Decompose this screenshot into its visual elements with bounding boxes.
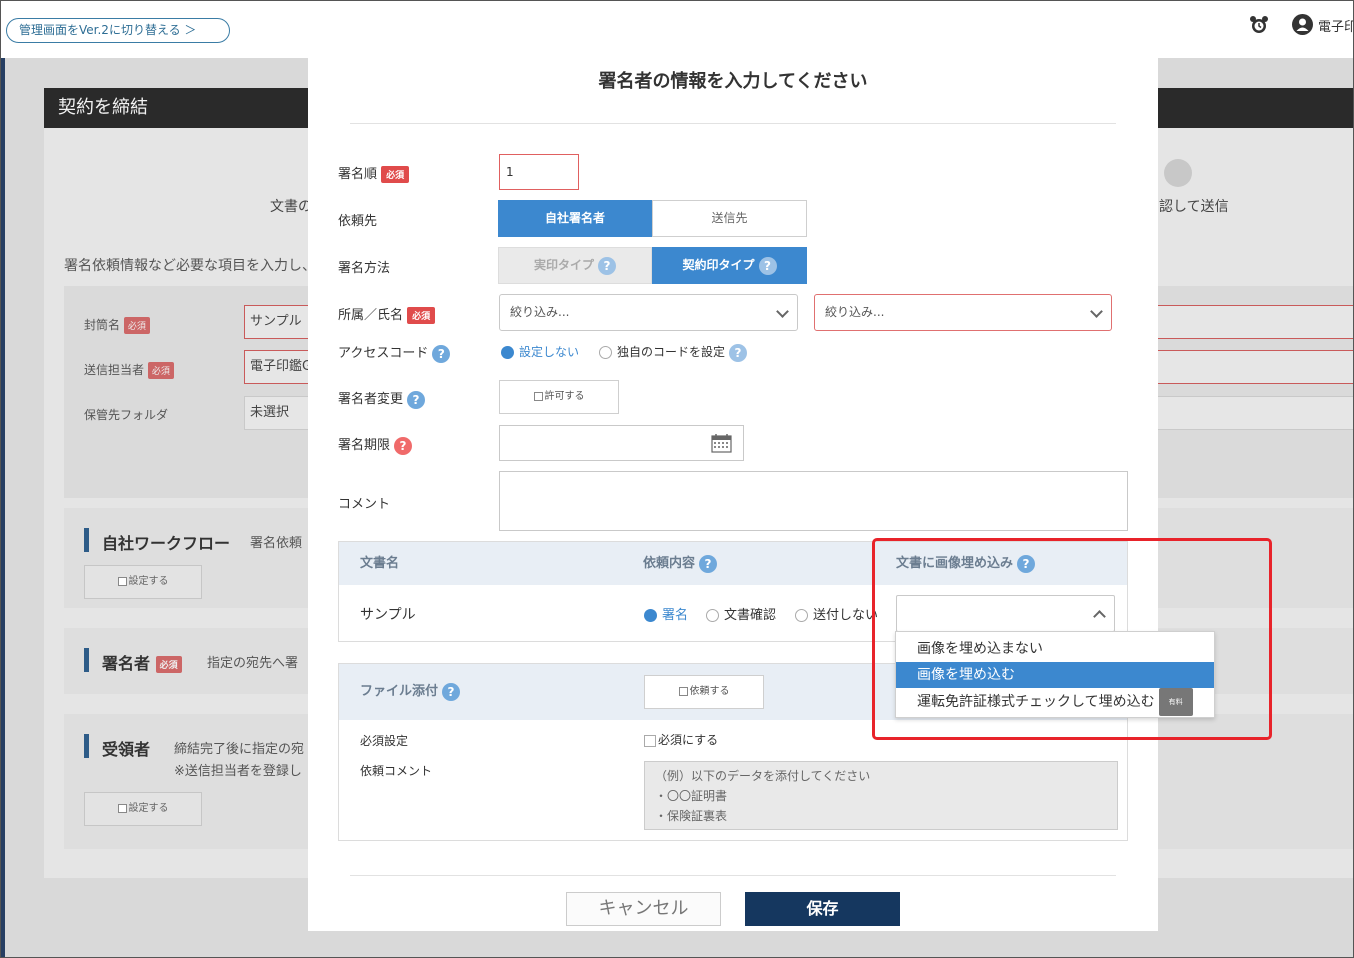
help-icon[interactable]: ? [758,256,777,275]
doc-name-cell: サンプル [360,607,416,623]
signer-info-modal: 署名者の情報を入力してください 署名順 必須 1 依頼先 自社署名者 送信先 署… [308,49,1158,931]
help-icon[interactable]: ? [442,682,461,701]
help-icon[interactable]: ? [699,554,718,573]
checkbox-icon [644,734,656,747]
file-attach-label: ファイル添付? [360,664,461,720]
request-to-internal-button[interactable]: 自社署名者 [498,200,652,237]
sender-label: 送信担当者 必須 [84,361,174,379]
help-icon[interactable]: ? [407,390,426,409]
user-avatar-icon[interactable] [1292,14,1313,35]
recipient-note-2: ※送信担当者を登録し [174,764,302,779]
envelope-name-label: 封筒名 必須 [84,316,150,334]
access-code-custom-radio[interactable]: 独自のコードを設定? [599,343,748,362]
workflow-setting-button[interactable]: 設定する [84,565,202,599]
help-icon[interactable]: ? [432,344,451,363]
request-comment-label: 依頼コメント [360,764,433,778]
comment-textarea[interactable] [499,471,1128,531]
switch-version-button[interactable]: 管理画面をVer.2に切り替える ＞ [6,18,230,43]
signer-title: 署名者 必須 [102,650,182,674]
radio-icon [706,609,719,622]
workflow-note: 署名依頼 [250,536,303,551]
signer-change-allow-button[interactable]: 許可する [499,380,619,414]
sign-method-label: 署名方法 [338,261,391,276]
radio-selected-icon [644,609,657,622]
signer-note: 指定の宛先へ署 [207,656,299,671]
checkbox-icon [678,686,688,696]
modal-title: 署名者の情報を入力してください [598,71,868,92]
section-bar [84,528,89,552]
affiliation-select[interactable]: 絞り込み... [499,294,798,331]
column-request: 依頼内容? [643,542,718,585]
comment-label: コメント [338,497,391,512]
radio-icon [599,346,612,359]
sidebar-edge [0,58,5,958]
user-name[interactable]: 電子印 [1318,16,1354,35]
signer-change-label: 署名者変更? [338,388,426,409]
access-code-none-radio[interactable]: 設定しない [501,343,579,360]
checkbox-icon [533,391,543,401]
step-label-left: 文書の [270,199,312,215]
file-attach-request-button[interactable]: 依頼する [644,675,764,709]
workflow-title: 自社ワークフロー [102,534,231,553]
required-badge: 必須 [407,307,436,324]
sign-method-contract-seal-button[interactable]: 契約印タイプ? [652,247,807,284]
affiliation-label: 所属／氏名 必須 [338,304,436,324]
column-doc-name: 文書名 [360,556,400,571]
section-bar [84,648,89,672]
deadline-label: 署名期限? [338,434,413,455]
recipient-setting-button[interactable]: 設定する [84,792,202,826]
checkbox-icon [117,576,127,586]
save-button[interactable]: 保存 [745,892,900,926]
request-sign-radio[interactable]: 署名 [644,604,688,623]
sign-method-jitsuin-button[interactable]: 実印タイプ? [498,247,652,284]
recipient-title: 受領者 [102,740,151,759]
section-bar [84,734,89,758]
folder-label: 保管先フォルダ [84,408,169,422]
access-code-label: アクセスコード? [338,342,451,363]
divider [350,875,1116,876]
radio-icon [795,609,808,622]
intro-text: 署名依頼情報など必要な項目を入力し、 [64,258,316,274]
help-icon[interactable]: ? [729,343,748,362]
request-confirm-radio[interactable]: 文書確認 [706,604,776,623]
divider [350,123,1116,124]
help-icon[interactable]: ? [598,256,616,275]
highlight-box [872,538,1272,740]
alarm-clock-icon[interactable] [1249,15,1269,35]
deadline-input[interactable] [499,425,744,461]
chevron-down-icon [1090,305,1103,318]
request-to-recipient-button[interactable]: 送信先 [652,200,807,237]
request-none-radio[interactable]: 送付しない [795,604,878,623]
recipient-note: 締結完了後に指定の宛 [174,742,305,757]
required-badge: 必須 [381,166,410,183]
name-select[interactable]: 絞り込み... [814,294,1112,331]
required-checkbox[interactable]: 必須にする [644,731,718,748]
radio-selected-icon [501,346,514,359]
request-to-label: 依頼先 [338,214,378,229]
required-setting-label: 必須設定 [360,734,409,748]
chevron-down-icon [776,305,789,318]
checkbox-icon [117,803,127,813]
sign-order-label: 署名順 必須 [338,163,410,183]
help-icon[interactable]: ? [394,436,413,455]
request-comment-textarea[interactable]: （例）以下のデータを添付してください ・〇〇証明書 ・保険証裏表 [644,761,1118,830]
calendar-icon[interactable] [711,433,732,453]
step-label-right: 認して送信 [1159,199,1229,215]
step-circle [1164,159,1192,187]
cancel-button[interactable]: キャンセル [566,892,721,926]
sign-order-input[interactable]: 1 [499,154,579,190]
